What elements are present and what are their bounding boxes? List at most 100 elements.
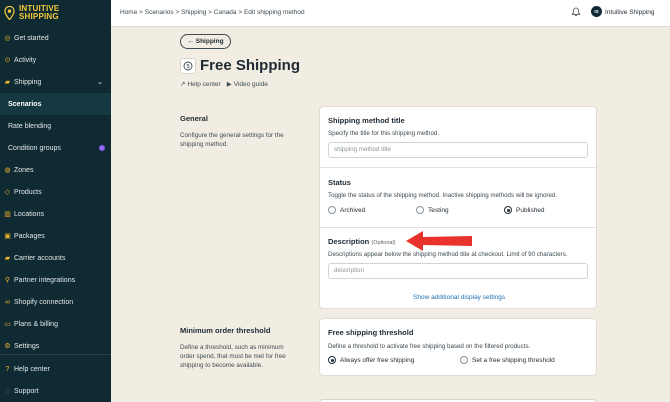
carrier-icon: ▰ xyxy=(4,255,11,262)
sidebar-item-get-started[interactable]: ◎ Get started xyxy=(0,27,111,49)
sidebar-item-label: Plans & billing xyxy=(14,320,58,328)
page-title: Free Shipping xyxy=(200,57,301,74)
sidebar-item-carrier-accounts[interactable]: ▰ Carrier accounts xyxy=(0,247,111,269)
free-shipping-threshold-card: Free shipping threshold Define a thresho… xyxy=(319,318,597,376)
sidebar-item-partner-integrations[interactable]: ⚲ Partner integrations xyxy=(0,269,111,291)
radio-label: Set a free shipping threshold xyxy=(472,356,555,364)
description-label-text: Description xyxy=(328,237,370,246)
avatar[interactable]: IS xyxy=(591,6,602,17)
help-center-link[interactable]: ↗ Help center xyxy=(180,80,221,89)
sidebar-item-packages[interactable]: ▣ Packages xyxy=(0,225,111,247)
status-description: Toggle the status of the shipping method… xyxy=(328,192,558,199)
description-label: Description (Optional) xyxy=(328,237,396,246)
play-icon: ▶ xyxy=(226,81,232,88)
radio-unchecked-icon xyxy=(460,356,468,364)
activity-icon: ⊙ xyxy=(4,57,11,64)
sidebar-item-products[interactable]: ◇ Products xyxy=(0,181,111,203)
sidebar-item-scenarios[interactable]: Scenarios xyxy=(0,93,111,115)
package-icon: ▣ xyxy=(4,233,11,240)
shipping-method-icon: $ xyxy=(180,58,196,74)
sidebar-item-label: Scenarios xyxy=(8,100,42,108)
video-guide-label: Video guide xyxy=(233,80,268,88)
truck-icon: ▰ xyxy=(4,79,11,86)
sidebar-item-label: Products xyxy=(14,188,42,196)
help-icon: ? xyxy=(5,365,10,373)
sidebar-item-label: Shipping xyxy=(14,78,42,86)
sidebar-item-label: Packages xyxy=(14,232,45,240)
sidebar-item-label: Activity xyxy=(14,56,37,64)
red-arrow-icon xyxy=(406,231,472,251)
sidebar-item-rate-blending[interactable]: Rate blending xyxy=(0,115,111,137)
status-testing-radio[interactable]: Testing xyxy=(416,206,449,214)
minimum-section-description: Define a threshold, such as minimum orde… xyxy=(180,344,286,369)
sidebar-item-shopify-connection[interactable]: ∞ Shopify connection xyxy=(0,291,111,313)
sidebar-item-zones[interactable]: ◍ Zones xyxy=(0,159,111,181)
radio-unchecked-icon xyxy=(416,206,424,214)
status-archived-radio[interactable]: Archived xyxy=(328,206,365,214)
method-title-description: Specify the title for this shipping meth… xyxy=(328,130,440,137)
sidebar-item-help-center[interactable]: ? Help center xyxy=(0,358,111,380)
sidebar-item-plans-billing[interactable]: ▭ Plans & billing xyxy=(0,313,111,335)
general-section-title: General xyxy=(180,114,208,123)
radio-checked-icon xyxy=(328,356,336,364)
minimum-section-title: Minimum order threshold xyxy=(180,326,271,335)
sidebar-item-label: Zones xyxy=(14,166,34,174)
sidebar-item-activity[interactable]: ⊙ Activity xyxy=(0,49,111,71)
sidebar-item-support[interactable]: ◌ Support xyxy=(0,380,111,402)
general-card: Shipping method title Specify the title … xyxy=(319,106,597,309)
info-badge-icon: i xyxy=(99,145,105,151)
radio-label: Archived xyxy=(340,206,366,214)
help-links: ↗ Help center ▶ Video guide xyxy=(180,80,268,89)
tag-icon: ◇ xyxy=(4,189,11,196)
sidebar-item-label: Carrier accounts xyxy=(14,254,66,262)
plug-icon: ⚲ xyxy=(4,277,11,284)
sidebar-item-shipping[interactable]: ▰ Shipping ⌄ xyxy=(0,71,111,93)
card-divider xyxy=(320,227,596,228)
status-published-radio[interactable]: Published xyxy=(504,206,545,214)
gear-icon: ⚙ xyxy=(4,343,11,350)
sidebar: INTUITIVE SHIPPING ◎ Get started ⊙ Activ… xyxy=(0,0,111,402)
location-pin-icon xyxy=(4,6,15,20)
sidebar-item-label: Help center xyxy=(14,365,50,373)
sidebar-item-label: Settings xyxy=(14,342,40,350)
notification-bell-icon[interactable] xyxy=(571,7,581,17)
sidebar-nav: ◎ Get started ⊙ Activity ▰ Shipping ⌄ Sc… xyxy=(0,27,111,357)
support-icon: ◌ xyxy=(5,387,10,395)
sidebar-item-label: Support xyxy=(14,387,39,395)
sidebar-item-condition-groups[interactable]: Condition groups i xyxy=(0,137,111,159)
sidebar-item-label: Partner integrations xyxy=(14,276,76,284)
radio-checked-icon xyxy=(504,206,512,214)
optional-tag: (Optional) xyxy=(371,240,396,246)
top-bar: Home > Scenarios > Shipping > Canada > E… xyxy=(111,0,670,27)
description-input[interactable]: description xyxy=(328,263,588,279)
sidebar-item-locations[interactable]: ▥ Locations xyxy=(0,203,111,225)
sidebar-bottom-nav: ? Help center ◌ Support xyxy=(0,358,111,402)
radio-unchecked-icon xyxy=(328,206,336,214)
threshold-label: Free shipping threshold xyxy=(328,328,414,337)
building-icon: ▥ xyxy=(4,211,11,218)
dollar-circle-icon: $ xyxy=(183,61,193,71)
always-free-radio[interactable]: Always offer free shipping xyxy=(328,356,414,364)
logo-text: INTUITIVE SHIPPING xyxy=(19,5,59,21)
link-icon: ∞ xyxy=(5,298,10,306)
back-button[interactable]: ← Shipping xyxy=(180,34,231,49)
chevron-down-icon: ⌄ xyxy=(97,79,103,86)
sidebar-item-label: Locations xyxy=(14,210,44,218)
general-section-description: Configure the general settings for the s… xyxy=(180,132,284,148)
method-title-input[interactable]: shipping method title xyxy=(328,142,588,158)
show-additional-settings-link[interactable]: Show additional display settings xyxy=(413,294,505,301)
card-icon: ▭ xyxy=(4,321,11,328)
status-label: Status xyxy=(328,178,351,187)
logo[interactable]: INTUITIVE SHIPPING xyxy=(4,3,104,23)
radio-label: Published xyxy=(516,206,545,214)
video-guide-link[interactable]: ▶ Video guide xyxy=(226,80,268,89)
sidebar-divider xyxy=(0,354,111,355)
set-threshold-radio[interactable]: Set a free shipping threshold xyxy=(460,356,555,364)
radio-label: Testing xyxy=(428,206,449,214)
card-divider xyxy=(320,167,596,168)
account-name[interactable]: Intuitive Shipping xyxy=(605,9,655,16)
external-link-icon: ↗ xyxy=(180,81,186,88)
sidebar-item-label: Shopify connection xyxy=(14,298,74,306)
breadcrumb[interactable]: Home > Scenarios > Shipping > Canada > E… xyxy=(120,9,305,16)
threshold-description: Define a threshold to activate free ship… xyxy=(328,343,531,350)
